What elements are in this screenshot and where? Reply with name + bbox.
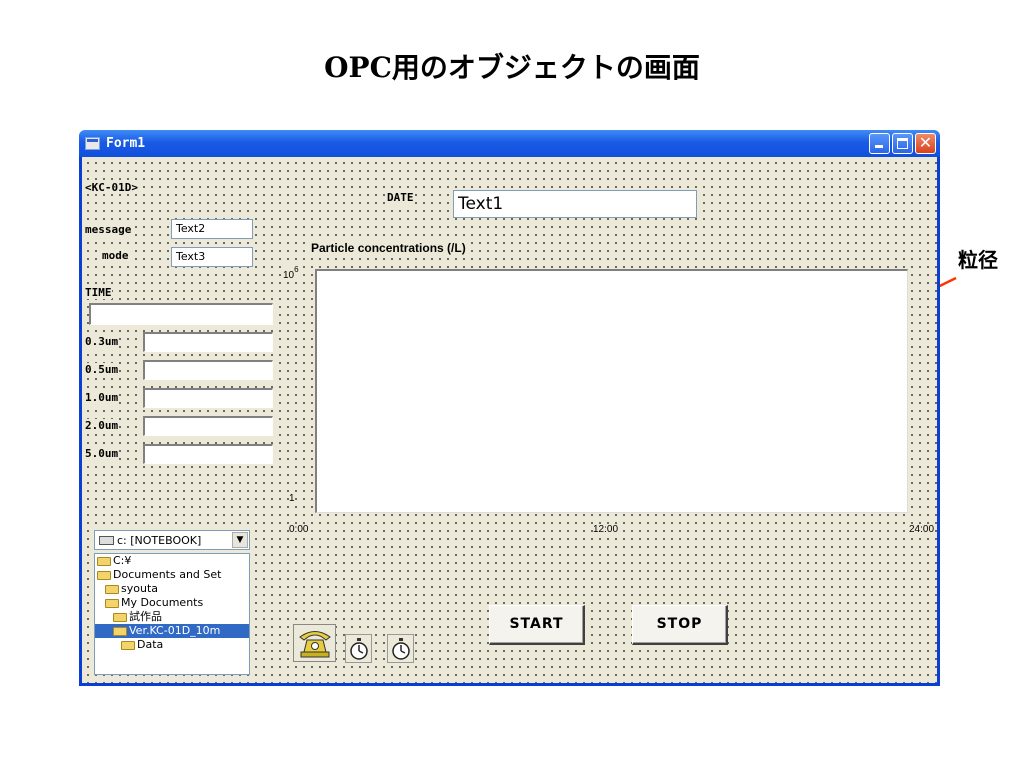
folder-icon — [113, 626, 127, 636]
size-label-4: 5.0um — [85, 447, 119, 460]
maximize-button[interactable] — [892, 133, 913, 154]
dir-item-label: 試作品 — [129, 610, 162, 623]
chart-plot-area — [315, 269, 908, 513]
app-window: Form1 ✕ <KC-01D> message Text2 mode Text… — [79, 130, 940, 686]
form-icon — [85, 137, 100, 150]
dir-item[interactable]: Documents and Set — [95, 568, 249, 582]
folder-icon — [97, 570, 111, 580]
chart-title: Particle concentrations (/L) — [311, 241, 466, 255]
chevron-down-icon[interactable]: ▼ — [232, 532, 248, 548]
date-label: DATE — [387, 191, 414, 204]
window-title: Form1 — [106, 136, 146, 151]
message-field[interactable]: Text2 — [171, 219, 253, 239]
stop-button[interactable]: STOP — [632, 605, 728, 645]
size-field-0[interactable] — [143, 332, 273, 352]
stopwatch-icon[interactable] — [387, 634, 414, 663]
size-field-4[interactable] — [143, 444, 273, 464]
dir-item-label: syouta — [121, 582, 158, 595]
drive-icon — [99, 535, 114, 545]
telephone-icon[interactable] — [293, 624, 336, 662]
y-tick-bottom: 1 — [289, 493, 295, 504]
drive-select-value: c: [NOTEBOOK] — [117, 533, 202, 547]
minimize-button[interactable] — [869, 133, 890, 154]
size-label-1: 0.5um — [85, 363, 119, 376]
mode-field[interactable]: Text3 — [171, 247, 253, 267]
x-tick-1: 12:00 — [593, 524, 619, 535]
dir-item[interactable]: 試作品 — [95, 610, 249, 624]
size-label-3: 2.0um — [85, 419, 119, 432]
y-tick-top-exp: 6 — [294, 265, 299, 274]
y-tick-top: 106 — [283, 265, 299, 281]
close-button[interactable]: ✕ — [915, 133, 936, 154]
folder-icon — [121, 640, 135, 650]
dir-item-label: C:¥ — [113, 554, 132, 567]
size-field-3[interactable] — [143, 416, 273, 436]
form-client-area: <KC-01D> message Text2 mode Text3 TIME 0… — [82, 157, 937, 683]
time-field[interactable] — [89, 303, 273, 325]
y-tick-top-base: 10 — [283, 270, 295, 281]
x-tick-0: 0:00 — [289, 524, 309, 535]
dir-item-label: Data — [137, 638, 164, 651]
folder-icon — [105, 584, 119, 594]
size-field-2[interactable] — [143, 388, 273, 408]
x-tick-2: 24:00 — [909, 524, 935, 535]
dir-item[interactable]: Data — [95, 638, 249, 652]
dir-item-label: My Documents — [121, 596, 204, 609]
close-icon: ✕ — [918, 133, 933, 152]
minimize-icon — [875, 145, 883, 148]
dir-item-label: Documents and Set — [113, 568, 222, 581]
mode-label: mode — [102, 249, 129, 262]
directory-list[interactable]: C:¥ Documents and Set syouta My Documents 試作… — [94, 553, 250, 675]
folder-icon — [105, 598, 119, 608]
folder-icon — [97, 556, 111, 566]
maximize-icon — [897, 138, 908, 149]
dir-item[interactable]: Ver.KC-01D_10m — [95, 624, 249, 638]
dir-item[interactable]: My Documents — [95, 596, 249, 610]
title-bar[interactable]: Form1 ✕ — [79, 130, 940, 157]
size-field-1[interactable] — [143, 360, 273, 380]
size-label-2: 1.0um — [85, 391, 119, 404]
date-field[interactable]: Text1 — [453, 190, 697, 218]
time-label: TIME — [85, 286, 112, 299]
dir-item[interactable]: syouta — [95, 582, 249, 596]
dir-item[interactable]: C:¥ — [95, 554, 249, 568]
size-label-0: 0.3um — [85, 335, 119, 348]
device-label: <KC-01D> — [85, 181, 138, 194]
message-label: message — [85, 223, 132, 236]
start-button[interactable]: START — [489, 605, 585, 645]
stopwatch-icon[interactable] — [345, 634, 372, 663]
drive-select[interactable]: c: [NOTEBOOK] ▼ — [94, 530, 250, 550]
dir-item-label: Ver.KC-01D_10m — [129, 624, 221, 637]
folder-icon — [113, 612, 127, 622]
